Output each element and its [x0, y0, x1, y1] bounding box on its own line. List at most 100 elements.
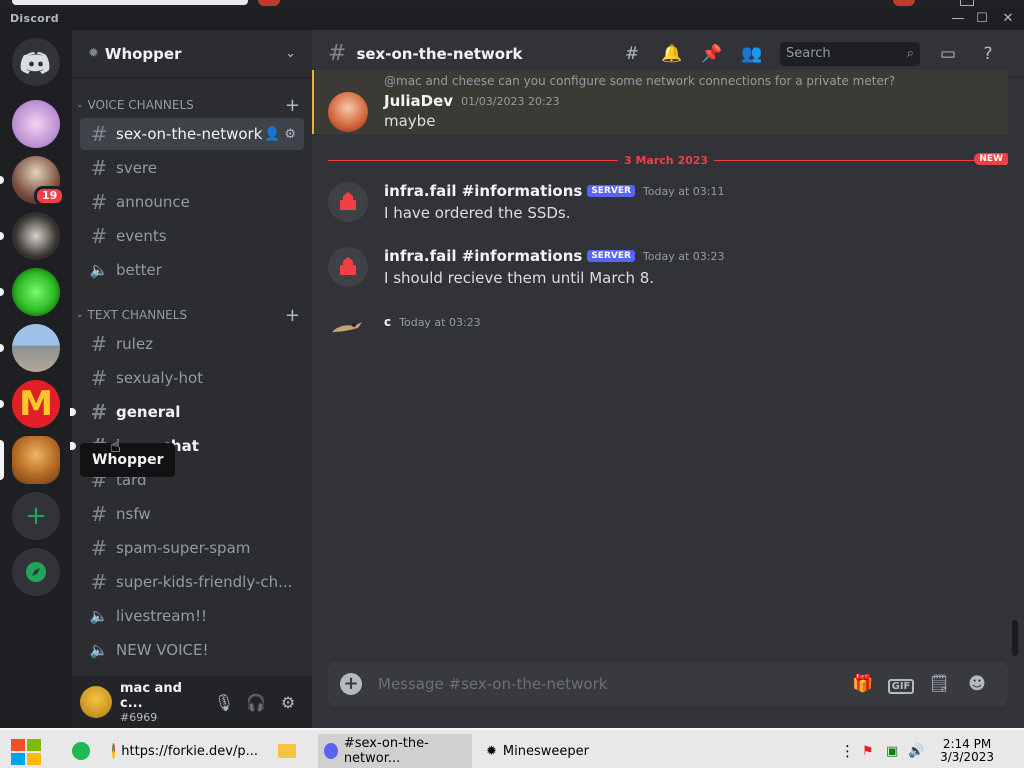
message: infra.fail #informations SERVER Today at… [328, 182, 1008, 226]
channel-events[interactable]: # events [80, 220, 304, 252]
channel-svere[interactable]: # svere [80, 152, 304, 184]
message-author[interactable]: JuliaDev [384, 92, 453, 110]
microphone-icon[interactable]: 🎙 [208, 693, 240, 712]
maximize-icon[interactable]: ☐ [974, 11, 990, 27]
channel-announce[interactable]: # announce [80, 186, 304, 218]
scrollbar[interactable] [1012, 620, 1018, 656]
category-voice-channels[interactable]: ⌄ VOICE CHANNELS + [76, 95, 306, 116]
server-icon-whopper[interactable] [12, 436, 60, 484]
bell-icon[interactable]: 🔔 [652, 44, 692, 64]
avatar[interactable] [328, 314, 368, 338]
server-icon-mcdonalds[interactable]: M [12, 380, 60, 428]
reply-text: @mac and cheese can you configure some n… [384, 74, 896, 88]
gift-icon[interactable]: 🎁 [844, 674, 882, 694]
server-icon-anime[interactable] [12, 100, 60, 148]
home-button[interactable] [12, 38, 60, 86]
pin-icon[interactable]: 📌 [692, 44, 732, 64]
windows-start-icon[interactable] [10, 738, 42, 766]
clock[interactable]: 2:14 PM 3/3/2023 [940, 738, 994, 764]
channel-nsfw[interactable]: # nsfw [80, 498, 304, 530]
category-text-channels[interactable]: ⌄ TEXT CHANNELS + [76, 305, 306, 326]
search-box[interactable]: Search ⌕ [780, 41, 920, 66]
taskbar-discord[interactable]: #sex-on-the-networ... [318, 734, 472, 768]
emoji-icon[interactable]: ☻ [958, 674, 996, 694]
message-text: I should recieve them until March 8. [384, 269, 655, 287]
attach-plus-icon[interactable]: + [340, 673, 362, 695]
server-gear-icon: ✹ [88, 46, 99, 61]
members-icon[interactable]: 👥 [732, 44, 772, 64]
server-list: 19 M + [0, 30, 72, 728]
server-tag: SERVER [587, 250, 635, 262]
speaker-icon: 🔈 [89, 607, 109, 625]
background-tab[interactable] [12, 0, 248, 5]
gear-icon[interactable]: ⚙ [272, 693, 304, 712]
server-icon-sketch[interactable] [12, 212, 60, 260]
avatar[interactable] [328, 247, 368, 287]
unread-indicator [70, 408, 76, 416]
threads-icon[interactable]: # [612, 44, 652, 64]
message-author[interactable]: c [384, 315, 391, 329]
browser-top-strip [0, 0, 1024, 8]
volume-icon[interactable]: 🔊 [902, 734, 930, 768]
message-input[interactable] [378, 675, 844, 693]
avatar[interactable] [80, 686, 112, 718]
help-icon[interactable]: ? [968, 44, 1008, 64]
search-icon: ⌕ [906, 46, 914, 61]
restore-icon[interactable] [960, 0, 974, 6]
avatar[interactable] [328, 92, 368, 132]
inbox-icon[interactable]: ▭ [928, 44, 968, 64]
hash-icon: # [90, 570, 108, 594]
user-tag: #6969 [120, 710, 158, 724]
app-title: Discord [10, 12, 59, 25]
explore-button[interactable] [12, 548, 60, 596]
add-channel-icon[interactable]: + [285, 95, 300, 116]
taskbar-minesweeper[interactable]: ✹ Minesweeper [480, 734, 610, 768]
channel-label: nsfw [116, 505, 151, 523]
hash-icon: # [90, 400, 108, 424]
mention-badge: 19 [34, 186, 66, 206]
spotify-icon[interactable] [66, 734, 96, 768]
username: mac and c... [120, 680, 182, 711]
channel-new-voice[interactable]: 🔈 NEW VOICE! [80, 634, 304, 666]
taskbar-label: Minesweeper [502, 743, 589, 759]
sticker-icon[interactable]: 🗒 [920, 674, 958, 694]
message-timestamp: Today at 03:11 [642, 184, 725, 198]
reply-preview[interactable]: @mac and cheese can you configure some n… [328, 74, 1008, 88]
channel-sex-on-the-network[interactable]: # sex-on-the-network 👤 ⚙ [80, 118, 304, 150]
invite-icon[interactable]: 👤 [264, 127, 280, 142]
folder-icon[interactable] [272, 734, 302, 768]
channel-livestream[interactable]: 🔈 livestream!! [80, 600, 304, 632]
message: infra.fail #informations SERVER Today at… [328, 247, 1008, 291]
add-channel-icon[interactable]: + [285, 305, 300, 326]
taskbar-chrome[interactable]: https://forkie.dev/p... [106, 734, 264, 768]
discord-icon [324, 743, 338, 759]
network-icon[interactable]: ▣ [880, 734, 904, 768]
chevron-down-icon: ⌄ [76, 310, 84, 320]
hash-icon: # [90, 536, 108, 560]
server-bot-icon [340, 192, 356, 210]
channel-general[interactable]: # general [70, 396, 304, 428]
date-divider: 3 March 2023 NEW [328, 153, 1008, 167]
channel-better[interactable]: 🔈 better [80, 254, 304, 286]
channel-rulez[interactable]: # rulez [80, 328, 304, 360]
server-icon-building[interactable] [12, 324, 60, 372]
message-author[interactable]: infra.fail #informations [384, 182, 582, 200]
gif-icon[interactable]: GIF [882, 674, 920, 694]
category-label: VOICE CHANNELS [87, 98, 194, 112]
avatar[interactable] [328, 182, 368, 222]
flag-icon[interactable]: ⚑ [856, 734, 880, 768]
add-server-button[interactable]: + [12, 492, 60, 540]
channel-label: super-kids-friendly-ch... [116, 573, 293, 591]
minimize-icon[interactable]: — [950, 11, 966, 27]
channel-label: livestream!! [116, 607, 208, 625]
close-icon[interactable]: ✕ [1000, 11, 1016, 27]
message-author[interactable]: infra.fail #informations [384, 247, 582, 265]
settings-icon[interactable]: ⚙ [284, 127, 296, 142]
server-icon-trollface[interactable] [12, 268, 60, 316]
channel-spam-super-spam[interactable]: # spam-super-spam [80, 532, 304, 564]
channel-super-kids-friendly[interactable]: # super-kids-friendly-ch... [80, 566, 304, 598]
server-header[interactable]: ✹ Whopper ⌄ [72, 30, 312, 78]
headphones-icon[interactable]: 🎧 [240, 693, 272, 712]
channel-sexualy-hot[interactable]: # sexualy-hot [80, 362, 304, 394]
chrome-icon [112, 743, 116, 759]
